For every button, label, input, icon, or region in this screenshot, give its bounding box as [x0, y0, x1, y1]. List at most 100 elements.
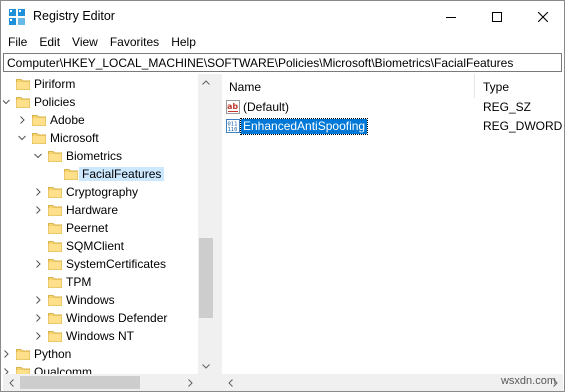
folder-icon [48, 331, 62, 342]
tree-item-label: SystemCertificates [66, 257, 167, 271]
chevron-down-icon[interactable] [17, 132, 27, 144]
scroll-left-button[interactable] [3, 374, 19, 391]
tree-item[interactable]: Cryptography [3, 183, 198, 201]
folder-icon [48, 241, 62, 252]
chevron-down-icon[interactable] [33, 150, 43, 162]
column-header-name[interactable]: Name [222, 74, 475, 98]
folder-icon [48, 151, 62, 162]
folder-icon [48, 277, 62, 288]
tree-vertical-scrollbar[interactable] [198, 74, 214, 374]
tree-item-label: Windows Defender [66, 311, 168, 325]
value-list: Name Type ab (Default) REG_SZ 011 110 En… [222, 74, 563, 374]
value-name: EnhancedAntiSpoofing [239, 118, 369, 135]
menu-favorites[interactable]: Favorites [104, 32, 165, 52]
chevron-right-icon[interactable] [3, 348, 11, 360]
key-tree: Piriform Policies Adobe Microsoft Biometrics… [3, 74, 214, 391]
tree-item-label: FacialFeatures [79, 167, 165, 181]
chevron-left-icon [227, 378, 233, 387]
scroll-thumb[interactable] [199, 238, 213, 318]
address-path: Computer\HKEY_LOCAL_MACHINE\SOFTWARE\Pol… [7, 56, 514, 70]
chevron-right-icon[interactable] [33, 186, 43, 198]
maximize-icon [492, 11, 502, 22]
folder-icon [16, 79, 30, 90]
scroll-left-button[interactable] [222, 374, 238, 391]
tree-item-label: Adobe [50, 113, 85, 127]
folder-icon [48, 259, 62, 270]
folder-icon [48, 313, 62, 324]
tree-item-label: Windows NT [66, 329, 135, 343]
tree-item[interactable]: Peernet [3, 219, 198, 237]
folder-icon [16, 97, 30, 108]
tree-item-label: Policies [34, 95, 76, 109]
minimize-icon [446, 16, 456, 18]
column-header-type[interactable]: Type [476, 74, 563, 98]
tree-item-label: Peernet [66, 221, 109, 235]
registry-editor-icon [9, 9, 25, 25]
tree-item-label: Python [34, 347, 72, 361]
folder-icon [64, 169, 78, 180]
tree-item-label: Microsoft [50, 131, 99, 145]
menu-help[interactable]: Help [165, 32, 202, 52]
tree-item[interactable]: TPM [3, 273, 198, 291]
tree-item[interactable]: Policies [3, 93, 198, 111]
tree-item[interactable]: FacialFeatures [3, 165, 198, 183]
tree-item[interactable]: SQMClient [3, 237, 198, 255]
chevron-right-icon[interactable] [33, 312, 43, 324]
menu-edit[interactable]: Edit [33, 32, 66, 52]
pane-splitter[interactable] [214, 74, 222, 391]
folder-icon [32, 133, 46, 144]
tree-item[interactable]: Hardware [3, 201, 198, 219]
scroll-thumb[interactable] [20, 376, 140, 389]
column-header-type-label: Type [483, 80, 510, 94]
menu-bar: File Edit View Favorites Help [1, 32, 564, 52]
folder-icon [32, 115, 46, 126]
value-name: (Default) [243, 100, 290, 114]
chevron-right-icon[interactable] [33, 258, 43, 270]
maximize-button[interactable] [474, 1, 520, 32]
value-type: REG_DWORD [483, 119, 563, 133]
tree-item-label: Hardware [66, 203, 119, 217]
tree-item[interactable]: Microsoft [3, 129, 198, 147]
tree-item[interactable]: Python [3, 345, 198, 363]
scroll-up-button[interactable] [198, 74, 214, 90]
string-value-icon: ab [226, 100, 240, 114]
chevron-left-icon [8, 378, 14, 387]
chevron-right-icon[interactable] [33, 330, 43, 342]
chevron-down-icon [202, 363, 210, 369]
list-item[interactable]: ab (Default) REG_SZ [222, 98, 563, 116]
address-bar[interactable]: Computer\HKEY_LOCAL_MACHINE\SOFTWARE\Pol… [3, 53, 562, 72]
title-bar[interactable]: Registry Editor [1, 1, 564, 32]
close-button[interactable] [520, 1, 564, 32]
folder-icon [16, 349, 30, 360]
list-item[interactable]: 011 110 EnhancedAntiSpoofing REG_DWORD [222, 117, 563, 135]
chevron-right-icon[interactable] [33, 204, 43, 216]
folder-icon [48, 223, 62, 234]
tree-item[interactable]: Piriform [3, 75, 198, 93]
tree-item[interactable]: Windows Defender [3, 309, 198, 327]
folder-icon [48, 187, 62, 198]
binary-value-icon: 011 110 [226, 119, 240, 133]
chevron-right-icon [187, 378, 193, 387]
minimize-button[interactable] [428, 1, 474, 32]
tree-item-label: SQMClient [66, 239, 125, 253]
registry-editor-window: Registry Editor File Edit View Favorites… [0, 0, 565, 392]
tree-item[interactable]: Adobe [3, 111, 198, 129]
scrollbar-corner [198, 374, 214, 391]
window-title: Registry Editor [33, 9, 115, 23]
tree-horizontal-scrollbar[interactable] [3, 374, 198, 391]
scroll-right-button[interactable] [182, 374, 198, 391]
tree-item[interactable]: Windows [3, 291, 198, 309]
tree-item[interactable]: SystemCertificates [3, 255, 198, 273]
chevron-right-icon[interactable] [17, 114, 27, 126]
menu-view[interactable]: View [66, 32, 104, 52]
tree-item-label: Biometrics [66, 149, 123, 163]
tree-item-label: Cryptography [66, 185, 139, 199]
column-header-name-label: Name [229, 80, 262, 94]
close-icon [538, 11, 548, 22]
scroll-down-button[interactable] [198, 358, 214, 374]
tree-item[interactable]: Windows NT [3, 327, 198, 345]
menu-file[interactable]: File [1, 32, 33, 52]
chevron-down-icon[interactable] [3, 96, 11, 108]
chevron-right-icon[interactable] [33, 294, 43, 306]
tree-item[interactable]: Biometrics [3, 147, 198, 165]
